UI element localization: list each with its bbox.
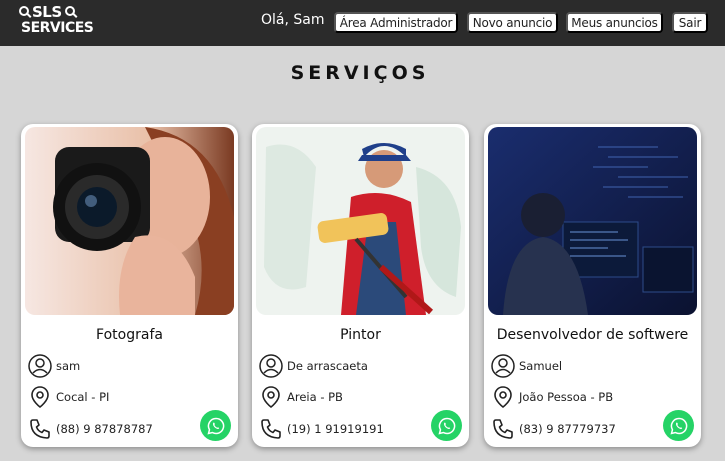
new-ad-button[interactable]: Novo anuncio: [467, 12, 558, 33]
location-pin-icon: [258, 384, 284, 410]
admin-area-button[interactable]: Área Administrador: [334, 12, 458, 33]
whatsapp-icon: [206, 417, 224, 435]
user-row: sam: [27, 353, 80, 379]
whatsapp-icon: [669, 417, 687, 435]
card-title: Pintor: [340, 327, 381, 343]
user-row: Samuel: [490, 353, 562, 379]
location-pin-icon: [27, 384, 53, 410]
location-row: João Pessoa - PB: [490, 384, 613, 410]
magnifier-icon: [65, 6, 75, 16]
navbar: SLS SERVICES Olá, Sam Área Administrador…: [0, 0, 725, 46]
location-row: Cocal - PI: [27, 384, 109, 410]
whatsapp-button[interactable]: [431, 410, 462, 441]
card-user: Samuel: [519, 359, 563, 373]
card-title: Desenvolvedor de softwere: [496, 327, 689, 343]
service-card[interactable]: Desenvolvedor de softwere Samuel João Pe…: [484, 124, 701, 447]
magnifier-icon: [19, 6, 29, 16]
logo-text-line2: SERVICES: [21, 20, 94, 36]
card-phone: (19) 1 91919191: [287, 422, 384, 436]
card-user: sam: [56, 359, 81, 373]
card-location: Cocal - PI: [56, 390, 110, 404]
user-icon: [27, 353, 53, 379]
card-location: Areia - PB: [287, 390, 343, 404]
location-row: Areia - PB: [258, 384, 343, 410]
phone-icon: [490, 416, 516, 442]
card-title: Fotografa: [96, 327, 163, 343]
whatsapp-button[interactable]: [663, 410, 694, 441]
user-row: De arrascaeta: [258, 353, 368, 379]
painter-photo: [256, 127, 465, 315]
phone-row: (19) 1 91919191: [258, 416, 384, 442]
card-phone: (88) 9 87878787: [56, 422, 153, 436]
card-user: De arrascaeta: [287, 359, 368, 373]
phone-row: (88) 9 87878787: [27, 416, 153, 442]
page-title: SERVIÇOS: [290, 62, 430, 84]
user-icon: [258, 353, 284, 379]
phone-icon: [27, 416, 53, 442]
logout-button[interactable]: Sair: [672, 12, 708, 33]
photographer-photo: [25, 127, 234, 315]
card-phone: (83) 9 87779737: [519, 422, 616, 436]
phone-icon: [258, 416, 284, 442]
logo[interactable]: SLS SERVICES: [18, 3, 94, 40]
user-icon: [490, 353, 516, 379]
location-pin-icon: [490, 384, 516, 410]
service-card[interactable]: Pintor De arrascaeta Areia - PB (19) 1 9…: [252, 124, 469, 447]
phone-row: (83) 9 87779737: [490, 416, 616, 442]
service-card[interactable]: Fotografa sam Cocal - PI (88) 9 87878787: [21, 124, 238, 447]
whatsapp-button[interactable]: [200, 410, 231, 441]
whatsapp-icon: [437, 417, 455, 435]
my-ads-button[interactable]: Meus anuncios: [566, 12, 663, 33]
greeting: Olá, Sam: [261, 12, 325, 28]
logo-text-line1: SLS: [32, 3, 62, 21]
developer-photo: [488, 127, 697, 315]
card-location: João Pessoa - PB: [519, 390, 614, 404]
